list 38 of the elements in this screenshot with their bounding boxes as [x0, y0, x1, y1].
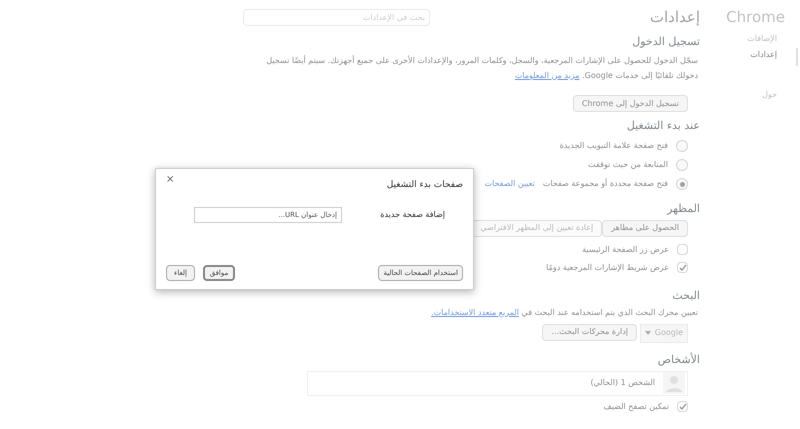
settings-button[interactable]: تسجيل الدخول إلى Chrome [572, 95, 688, 112]
sidebar-item[interactable]: الإضافات [700, 32, 785, 44]
radio-button[interactable] [676, 178, 688, 190]
sidebar-item[interactable]: حول [700, 88, 785, 100]
checkmark-icon [678, 264, 686, 272]
checkbox[interactable] [677, 401, 688, 412]
checkbox[interactable] [677, 244, 688, 255]
omnibox-link[interactable]: المربع متعدد الاستخدامات. [431, 308, 519, 316]
close-button[interactable]: × [166, 175, 174, 185]
checkbox-label: عرض شريط الإشارات المرجعية دومًا [546, 262, 669, 274]
section-heading: المظهر [667, 202, 700, 216]
radio-label: فتح صفحة علامة التبويب الجديدة [560, 140, 668, 152]
section-heading: عند بدء التشغيل [626, 118, 700, 132]
caret-icon [645, 331, 651, 335]
radio-button[interactable] [676, 140, 688, 152]
app-title: Chrome [725, 7, 785, 28]
section-heading: تسجيل الدخول [632, 34, 700, 48]
radio-button[interactable] [676, 159, 688, 171]
checkbox[interactable] [677, 262, 688, 273]
learn-more-link[interactable]: مزيد من المعلومات [514, 70, 580, 80]
search-description: تعيين محرك البحث الذي يتم استخدامه عند البحث في [520, 308, 698, 316]
sidebar-item[interactable]: إعدادات [700, 48, 785, 60]
checkbox-label: عرض زر الصفحة الرئيسية [582, 244, 669, 256]
field-label: إضافة صفحة جديدة [379, 208, 445, 220]
dialog-title: صفحات بدء التشغيل [386, 179, 463, 192]
page-title: إعدادات [650, 7, 700, 28]
checkbox-label: تمكين تصفح الضيف [603, 400, 669, 412]
profile-name[interactable]: الشخص 1 (الحالي) [590, 377, 655, 389]
checkmark-icon [678, 402, 686, 410]
radio-label: فتح صفحة محددة أو مجموعة صفحات [542, 178, 668, 190]
settings-button[interactable]: الحصول على مظاهر [602, 220, 688, 236]
section-heading: البحث [672, 288, 700, 302]
search-engine-dropdown[interactable]: Google [640, 324, 688, 342]
radio-label: المتابعة من حيث توقفت [588, 159, 668, 171]
sign-in-description: سجّل الدخول للحصول على الإشارات المرجعية، والسجل، وكلمات المرور، والإعدادات الأخرى على جميع أجهزتك. سيتم أيضًا تسجيل دخولك تلقائيًا إلى خدمات Google. مزيد من المعلومات [265, 54, 699, 82]
set-pages-link[interactable]: تعيين الصفحات [484, 178, 535, 190]
settings-button[interactable]: إدارة محركات البحث... [542, 324, 637, 340]
section-heading: الأشخاص [658, 352, 700, 366]
